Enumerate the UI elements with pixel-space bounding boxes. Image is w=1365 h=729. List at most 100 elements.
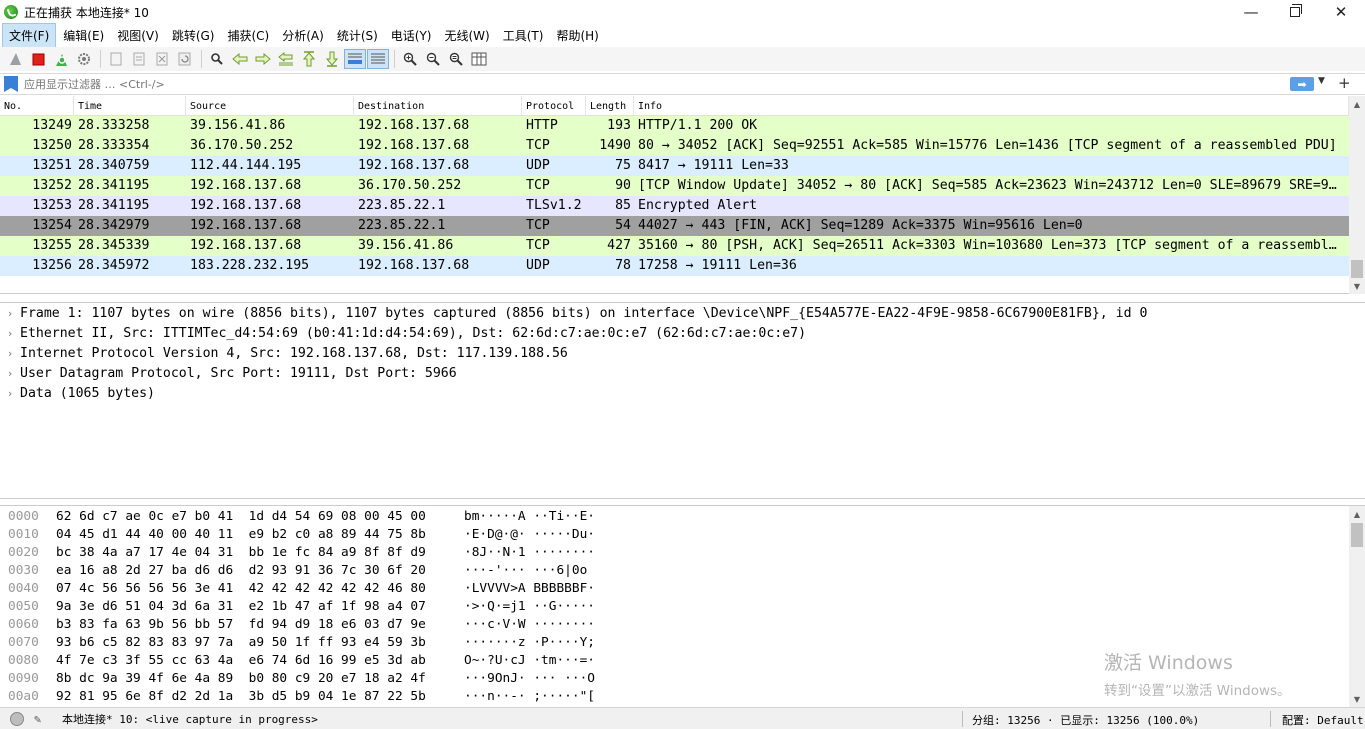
minimize-button[interactable]: — — [1228, 0, 1274, 24]
back-arrow-icon[interactable] — [229, 49, 251, 69]
autoscroll-icon[interactable] — [344, 49, 366, 69]
expert-info-icon[interactable] — [10, 711, 24, 726]
shark-fin-start-icon[interactable] — [4, 49, 26, 69]
menu-go[interactable]: 跳转(G) — [166, 24, 221, 47]
packet-row[interactable]: 13255 28.345339 192.168.137.68 39.156.41.86… — [0, 236, 1349, 256]
menu-capture[interactable]: 捕获(C) — [221, 24, 275, 47]
menu-tools[interactable]: 工具(T) — [497, 24, 550, 47]
hex-ascii[interactable]: ···-'··· ···6|0o — [464, 562, 664, 580]
scrollbar-thumb[interactable] — [1351, 523, 1363, 547]
hex-ascii[interactable]: ·LVVVV>A BBBBBBF· — [464, 580, 664, 598]
expand-chevron-icon[interactable]: › — [0, 364, 20, 384]
menu-file[interactable]: 文件(F) — [2, 22, 57, 48]
detail-row-data[interactable]: › Data (1065 bytes) — [0, 384, 1365, 404]
stop-icon[interactable] — [27, 49, 49, 69]
hex-hex[interactable]: 93 b6 c5 82 83 83 97 7a a9 50 1f ff 93 e… — [56, 634, 464, 652]
menu-analyze[interactable]: 分析(A) — [276, 24, 330, 47]
hex-ascii[interactable]: ·>·Q·=j1 ··G····· — [464, 598, 664, 616]
column-header-info[interactable]: Info — [634, 96, 1349, 116]
find-icon[interactable] — [206, 49, 228, 69]
restart-icon[interactable] — [50, 49, 72, 69]
menu-edit[interactable]: 编辑(E) — [57, 24, 110, 47]
scrollbar-thumb[interactable] — [1351, 260, 1363, 278]
first-packet-icon[interactable] — [298, 49, 320, 69]
zoom-normal-icon[interactable] — [445, 49, 467, 69]
zoom-out-icon[interactable] — [422, 49, 444, 69]
scroll-up-icon[interactable]: ▲ — [1349, 96, 1365, 112]
expand-chevron-icon[interactable]: › — [0, 324, 20, 344]
restore-button[interactable] — [1272, 0, 1318, 24]
hex-off[interactable]: 0030 — [0, 562, 56, 580]
hex-off[interactable]: 0070 — [0, 634, 56, 652]
goto-packet-icon[interactable] — [275, 49, 297, 69]
detail-row-ethernet[interactable]: › Ethernet II, Src: ITTIMTec_d4:54:69 (b0… — [0, 324, 1365, 344]
packet-row[interactable]: 13252 28.341195 192.168.137.68 36.170.50.25… — [0, 176, 1349, 196]
column-header-no[interactable]: No. — [0, 96, 74, 116]
hex-off[interactable]: 0080 — [0, 652, 56, 670]
hex-hex[interactable]: ea 16 a8 2d 27 ba d6 d6 d2 93 91 36 7c 3… — [56, 562, 464, 580]
menu-statistics[interactable]: 统计(S) — [331, 24, 384, 47]
hex-ascii[interactable]: ·······z ·P····Y; — [464, 634, 664, 652]
expand-chevron-icon[interactable]: › — [0, 304, 20, 324]
hex-off[interactable]: 0060 — [0, 616, 56, 634]
close-file-icon[interactable] — [151, 49, 173, 69]
menu-wireless[interactable]: 无线(W) — [439, 24, 496, 47]
profile-text[interactable]: 配置: Default — [1282, 712, 1364, 728]
options-gear-icon[interactable] — [73, 49, 95, 69]
forward-arrow-icon[interactable] — [252, 49, 274, 69]
packet-list-scrollbar[interactable]: ▲ ▼ — [1349, 96, 1365, 294]
zoom-in-icon[interactable] — [399, 49, 421, 69]
hex-off[interactable]: 0090 — [0, 670, 56, 688]
packet-row[interactable]: 13250 28.333354 36.170.50.252 192.168.137.6… — [0, 136, 1349, 156]
column-header-source[interactable]: Source — [186, 96, 354, 116]
add-filter-button-icon[interactable]: + — [1338, 74, 1351, 92]
hex-off[interactable]: 0010 — [0, 526, 56, 544]
hex-ascii[interactable]: O~·?U·cJ ·tm···=· — [464, 652, 664, 670]
packet-row[interactable]: 13256 28.345972 183.228.232.195 192.168.137… — [0, 256, 1349, 276]
menu-view[interactable]: 视图(V) — [111, 24, 165, 47]
apply-filter-arrow-icon[interactable]: ➡ — [1290, 77, 1314, 91]
packet-row[interactable]: 13254 28.342979 192.168.137.68 223.85.22.1 T… — [0, 216, 1349, 236]
expand-chevron-icon[interactable]: › — [0, 384, 20, 404]
hex-hex[interactable]: 92 81 95 6e 8f d2 2d 1a 3b d5 b9 04 1e 8… — [56, 688, 464, 706]
hex-hex[interactable]: 04 45 d1 44 40 00 40 11 e9 b2 c0 a8 89 4… — [56, 526, 464, 544]
hex-hex[interactable]: bc 38 4a a7 17 4e 04 31 bb 1e fc 84 a9 8… — [56, 544, 464, 562]
colorize-icon[interactable] — [367, 49, 389, 69]
hex-off[interactable]: 0020 — [0, 544, 56, 562]
hex-hex[interactable]: 07 4c 56 56 56 56 3e 41 42 42 42 42 42 4… — [56, 580, 464, 598]
column-header-protocol[interactable]: Protocol — [522, 96, 586, 116]
close-button[interactable]: ✕ — [1318, 0, 1364, 24]
column-header-time[interactable]: Time — [74, 96, 186, 116]
hex-ascii[interactable]: bm·····A ··Ti··E· — [464, 508, 664, 526]
save-file-icon[interactable] — [128, 49, 150, 69]
detail-row-frame[interactable]: › Frame 1: 1107 bytes on wire (8856 bits)… — [0, 304, 1365, 324]
hex-hex[interactable]: 4f 7e c3 3f 55 cc 63 4a e6 74 6d 16 99 e… — [56, 652, 464, 670]
scroll-down-icon[interactable]: ▼ — [1349, 691, 1365, 707]
capture-comment-icon[interactable]: ✎ — [34, 712, 48, 726]
resize-columns-icon[interactable] — [468, 49, 490, 69]
hex-ascii[interactable]: ···9OnJ· ··· ···O — [464, 670, 664, 688]
hex-off[interactable]: 0050 — [0, 598, 56, 616]
last-packet-icon[interactable] — [321, 49, 343, 69]
hex-hex[interactable]: b3 83 fa 63 9b 56 bb 57 fd 94 d9 18 e6 0… — [56, 616, 464, 634]
hex-ascii[interactable]: ·8J··N·1 ········ — [464, 544, 664, 562]
column-header-destination[interactable]: Destination — [354, 96, 522, 116]
detail-row-ip[interactable]: › Internet Protocol Version 4, Src: 192.1… — [0, 344, 1365, 364]
hex-off[interactable]: 0040 — [0, 580, 56, 598]
packet-row[interactable]: 13251 28.340759 112.44.144.195 192.168.137.… — [0, 156, 1349, 176]
hex-hex[interactable]: 62 6d c7 ae 0c e7 b0 41 1d d4 54 69 08 0… — [56, 508, 464, 526]
detail-row-udp[interactable]: › User Datagram Protocol, Src Port: 19111… — [0, 364, 1365, 384]
hex-ascii[interactable]: ···c·V·W ········ — [464, 616, 664, 634]
hex-hex[interactable]: 8b dc 9a 39 4f 6e 4a 89 b0 80 c9 20 e7 1… — [56, 670, 464, 688]
hex-ascii[interactable]: ·E·D@·@· ·····Du· — [464, 526, 664, 544]
chevron-down-icon[interactable]: ▼ — [1318, 76, 1325, 86]
reload-icon[interactable] — [174, 49, 196, 69]
column-header-length[interactable]: Length — [586, 96, 634, 116]
scroll-down-icon[interactable]: ▼ — [1349, 278, 1365, 294]
packet-row[interactable]: 13249 28.333258 39.156.41.86 192.168.137.68… — [0, 116, 1349, 136]
hex-off[interactable]: 00a0 — [0, 688, 56, 706]
bytes-scrollbar[interactable]: ▲ ▼ — [1349, 506, 1365, 707]
menu-telephony[interactable]: 电话(Y) — [385, 24, 438, 47]
hex-ascii[interactable]: ···n··-· ;·····"[ — [464, 688, 664, 706]
display-filter-input[interactable] — [24, 77, 1284, 91]
